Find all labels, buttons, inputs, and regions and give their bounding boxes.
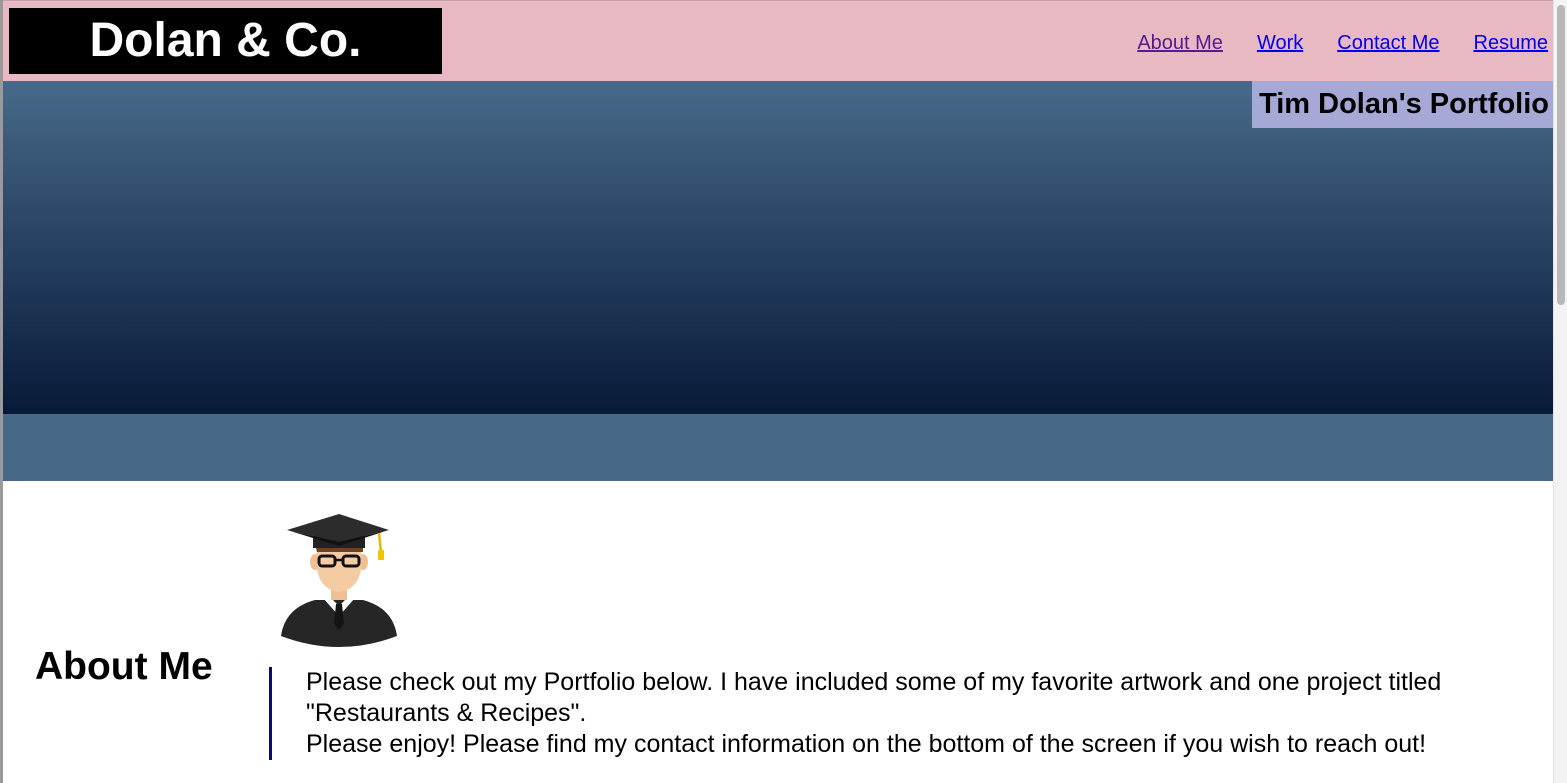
nav-link-contact-me[interactable]: Contact Me (1337, 32, 1439, 55)
page: Dolan & Co. About Me Work Contact Me Res… (0, 0, 1567, 783)
hero-banner: Tim Dolan's Portfolio (3, 81, 1556, 414)
main-nav: About Me Work Contact Me Resume (1137, 32, 1548, 55)
nav-link-resume[interactable]: Resume (1474, 32, 1548, 55)
about-paragraph-line-2: Please enjoy! Please find my contact inf… (306, 730, 1427, 758)
hero-band (3, 414, 1556, 481)
scrollbar-thumb[interactable] (1557, 5, 1565, 305)
site-header: Dolan & Co. About Me Work Contact Me Res… (3, 0, 1556, 81)
logo-text: Dolan & Co. (89, 14, 362, 67)
nav-link-work[interactable]: Work (1257, 32, 1303, 55)
portfolio-title: Tim Dolan's Portfolio (1259, 88, 1549, 120)
graduate-avatar-icon (281, 514, 397, 647)
logo[interactable]: Dolan & Co. (9, 8, 442, 74)
about-paragraph-line-1: Please check out my Portfolio below. I h… (306, 668, 1442, 727)
about-me-heading: About Me (35, 645, 213, 688)
vertical-scrollbar[interactable] (1553, 0, 1567, 783)
portfolio-title-box: Tim Dolan's Portfolio (1252, 81, 1556, 128)
nav-link-about-me[interactable]: About Me (1137, 32, 1223, 55)
about-me-text: Please check out my Portfolio below. I h… (269, 667, 1539, 760)
